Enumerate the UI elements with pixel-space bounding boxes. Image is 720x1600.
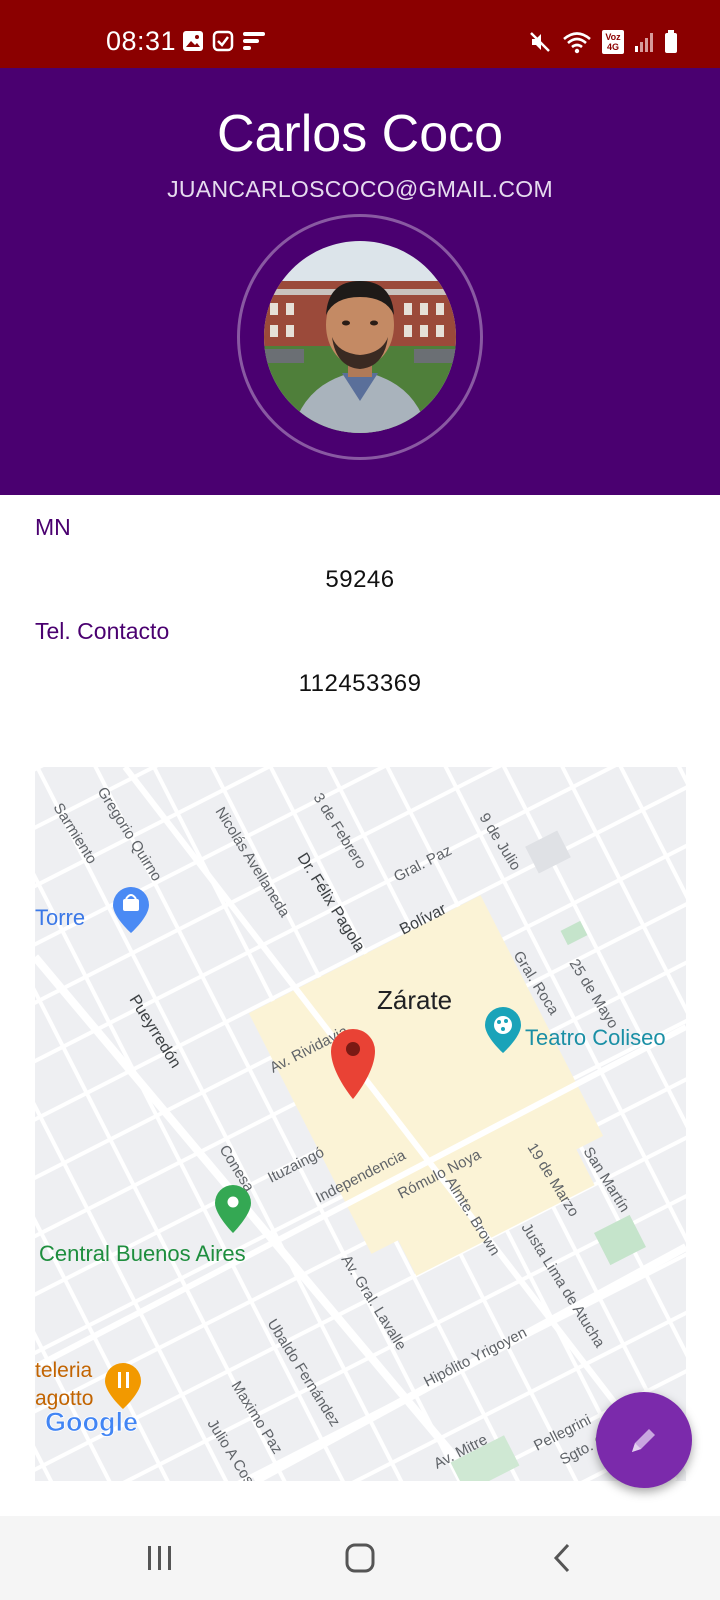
- system-nav-bar: [0, 1516, 720, 1600]
- check-square-icon: [212, 30, 234, 52]
- profile-email: JUANCARLOSCOCO@GMAIL.COM: [167, 176, 553, 202]
- place-label-teatro: Teatro Coliseo: [525, 1025, 666, 1050]
- status-bar: 08:31 Voz 4G: [0, 0, 720, 68]
- back-button[interactable]: [532, 1536, 592, 1580]
- location-map[interactable]: Sarmiento Gregorio Quirno Nicolás Avella…: [35, 767, 686, 1481]
- place-label-restaurant-1: teleria: [35, 1359, 93, 1382]
- profile-header: Carlos Coco JUANCARLOSCOCO@GMAIL.COM: [0, 68, 720, 495]
- home-icon: [345, 1543, 375, 1573]
- back-icon: [553, 1543, 570, 1573]
- status-time: 08:31: [106, 26, 177, 56]
- mute-icon: [530, 32, 550, 52]
- volte-label: Voz 4G: [605, 32, 621, 52]
- edit-fab-button[interactable]: [596, 1392, 692, 1488]
- volte-icon: Voz 4G: [602, 30, 624, 54]
- google-logo: Google: [45, 1407, 138, 1437]
- pencil-icon: [632, 1429, 655, 1452]
- recents-button[interactable]: [130, 1536, 190, 1580]
- mn-value: 59246: [325, 566, 395, 593]
- recents-icon: [148, 1546, 171, 1570]
- profile-name: Carlos Coco: [216, 105, 504, 163]
- mn-label: MN: [35, 514, 71, 540]
- image-icon: [183, 31, 203, 51]
- battery-icon: [665, 30, 677, 53]
- wifi-icon: [563, 32, 591, 54]
- city-label: Zárate: [377, 985, 452, 1015]
- contact-phone-value: 112453369: [298, 670, 422, 697]
- home-button[interactable]: [330, 1536, 390, 1580]
- signal-icon: [635, 33, 653, 52]
- place-label-torre: Torre: [35, 905, 85, 930]
- place-label-central: Central Buenos Aires: [39, 1241, 246, 1266]
- contact-phone-label: Tel. Contacto: [35, 618, 170, 644]
- avatar[interactable]: [264, 241, 456, 433]
- stack-icon: [243, 32, 265, 50]
